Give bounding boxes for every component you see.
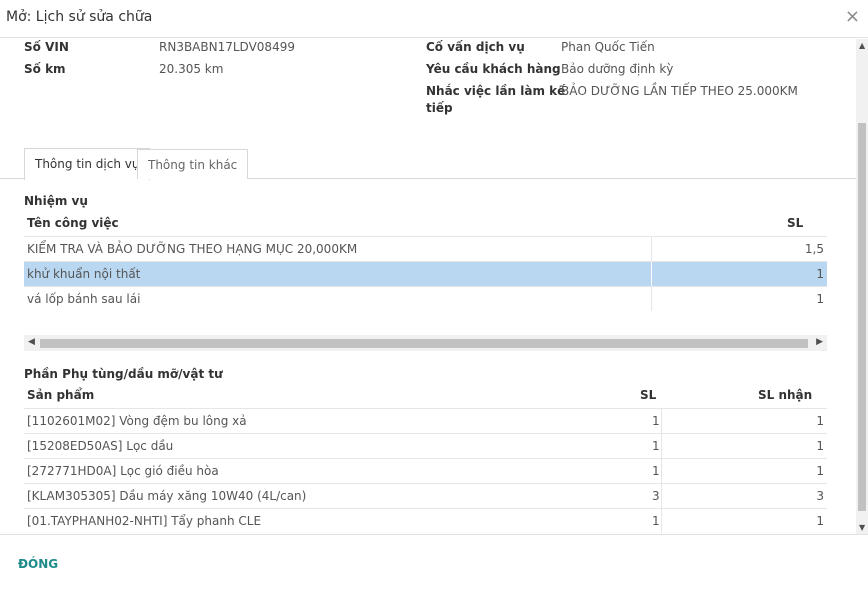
scroll-left-icon[interactable]: ◀: [28, 337, 35, 347]
part-qty: 1: [652, 514, 660, 528]
request-value: Bảo dưỡng định kỳ: [561, 62, 674, 76]
column-divider: [661, 434, 662, 458]
scrollbar-thumb[interactable]: [858, 123, 866, 511]
part-product: [272771HD0A] Lọc gió điều hòa: [27, 464, 219, 478]
scrollbar-thumb[interactable]: [40, 339, 808, 348]
advisor-value: Phan Quốc Tiến: [561, 40, 655, 54]
part-received: 1: [816, 464, 824, 478]
advisor-label: Cố vấn dịch vụ: [426, 40, 525, 54]
tab-other-info[interactable]: Thông tin khác: [137, 149, 249, 179]
task-name: KIỂM TRA VÀ BẢO DƯỠNG THEO HẠNG MỤC 20,0…: [27, 242, 358, 256]
table-row[interactable]: [KLAM305305] Dầu máy xăng 10W40 (4L/can)…: [24, 483, 827, 508]
part-received: 3: [816, 489, 824, 503]
task-name: khử khuẩn nội thất: [27, 267, 141, 281]
parts-section-title: Phần Phụ tùng/dầu mỡ/vật tư: [24, 367, 223, 381]
task-qty: 1,5: [804, 242, 824, 256]
table-row[interactable]: KIỂM TRA VÀ BẢO DƯỠNG THEO HẠNG MỤC 20,0…: [24, 236, 827, 261]
parts-col-product: Sản phẩm: [27, 388, 95, 402]
column-divider: [651, 287, 652, 311]
table-row[interactable]: [15208ED50AS] Lọc dầu 1 1: [24, 433, 827, 458]
tasks-section-title: Nhiệm vụ: [24, 194, 88, 208]
vin-label: Số VIN: [24, 40, 69, 54]
task-name: vá lốp bánh sau lái: [27, 292, 141, 306]
dialog-header: Mở: Lịch sử sửa chữa ×: [0, 0, 868, 38]
tab-other-info-label: Thông tin khác: [148, 158, 238, 172]
column-divider: [661, 484, 662, 508]
task-qty: 1: [816, 267, 824, 281]
scroll-up-icon[interactable]: ▲: [859, 41, 865, 50]
part-received: 1: [816, 514, 824, 528]
parts-col-received: SL nhận: [758, 388, 813, 402]
table-row[interactable]: [272771HD0A] Lọc gió điều hòa 1 1: [24, 458, 827, 483]
request-label: Yêu cầu khách hàng: [426, 62, 561, 76]
km-value: 20.305 km: [159, 62, 224, 76]
tasks-col-qty: SL: [787, 216, 804, 230]
part-received: 1: [816, 414, 824, 428]
scroll-down-icon[interactable]: ▼: [859, 523, 865, 532]
column-divider: [651, 262, 652, 286]
tab-service-info-label: Thông tin dịch vụ: [35, 157, 140, 171]
tasks-col-name: Tên công việc: [27, 216, 119, 230]
tab-service-info[interactable]: Thông tin dịch vụ: [24, 148, 151, 180]
column-divider: [661, 509, 662, 533]
part-qty: 1: [652, 464, 660, 478]
tab-bar: Thông tin dịch vụ Thông tin khác: [0, 148, 856, 180]
column-divider: [661, 409, 662, 433]
part-product: [15208ED50AS] Lọc dầu: [27, 439, 174, 453]
vertical-scrollbar[interactable]: ▲ ▼: [856, 39, 868, 534]
dialog-body: Số VIN RN3BABN17LDV08499 Số km 20.305 km…: [0, 39, 856, 534]
reminder-label-line2: tiếp: [426, 101, 453, 115]
task-qty: 1: [816, 292, 824, 306]
close-icon[interactable]: ×: [845, 6, 860, 27]
table-row[interactable]: [01.TAYPHANH02-NHTI] Tẩy phanh CLE 1 1: [24, 508, 827, 533]
part-product: [1102601M02] Vòng đệm bu lông xả: [27, 414, 247, 428]
part-qty: 3: [652, 489, 660, 503]
table-row[interactable]: [1102601M02] Vòng đệm bu lông xả 1 1: [24, 408, 827, 433]
part-received: 1: [816, 439, 824, 453]
table-row[interactable]: khử khuẩn nội thất 1: [24, 261, 827, 286]
tasks-horizontal-scrollbar[interactable]: ◀ ▶: [24, 335, 827, 351]
table-row[interactable]: vá lốp bánh sau lái 1: [24, 286, 827, 311]
dialog-title: Mở: Lịch sử sửa chữa: [6, 9, 153, 25]
part-product: [KLAM305305] Dầu máy xăng 10W40 (4L/can): [27, 489, 307, 503]
dialog-footer: ĐÓNG: [0, 534, 868, 599]
part-qty: 1: [652, 414, 660, 428]
part-qty: 1: [652, 439, 660, 453]
scroll-right-icon[interactable]: ▶: [816, 337, 823, 347]
column-divider: [661, 459, 662, 483]
km-label: Số km: [24, 62, 66, 76]
close-button[interactable]: ĐÓNG: [18, 557, 58, 571]
column-divider: [651, 237, 652, 261]
reminder-label-line1: Nhắc việc lần làm kế: [426, 84, 566, 98]
parts-col-qty: SL: [640, 388, 657, 402]
part-product: [01.TAYPHANH02-NHTI] Tẩy phanh CLE: [27, 514, 262, 528]
vin-value: RN3BABN17LDV08499: [159, 40, 295, 54]
reminder-value: BẢO DƯỠNG LẦN TIẾP THEO 25.000KM: [561, 84, 798, 98]
